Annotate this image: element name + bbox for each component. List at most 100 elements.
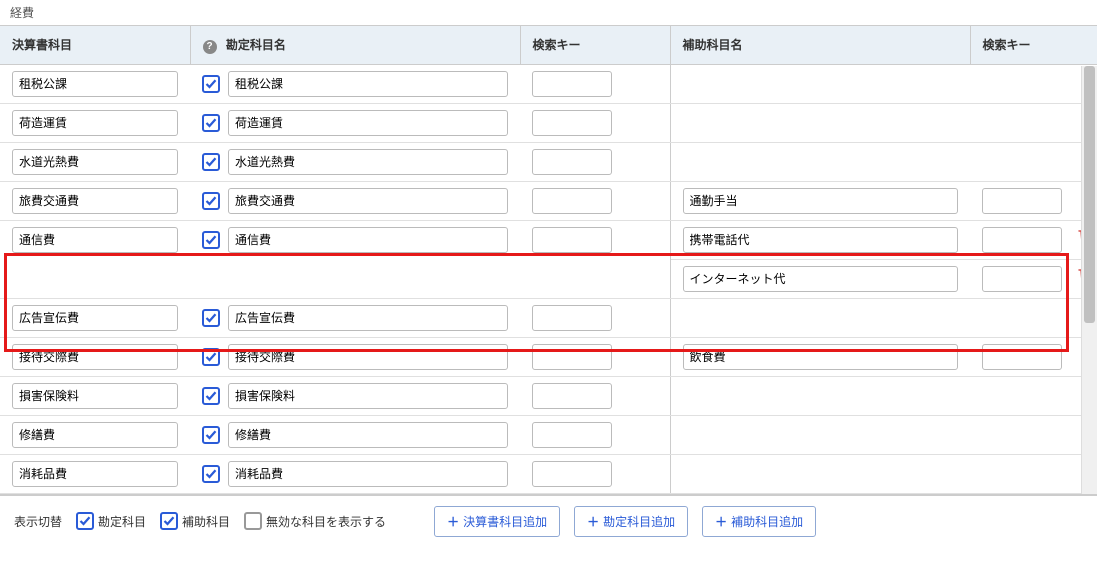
section-title: 経費 bbox=[0, 0, 1097, 25]
cell-key2 bbox=[970, 220, 1065, 259]
table-row bbox=[0, 103, 1097, 142]
table-row bbox=[0, 142, 1097, 181]
scrollbar-thumb[interactable] bbox=[1084, 66, 1095, 323]
cell-key1 bbox=[520, 181, 670, 220]
row-checkbox[interactable] bbox=[202, 75, 220, 93]
cell-key2 bbox=[970, 415, 1065, 454]
cell-acct bbox=[190, 454, 520, 493]
btn-add-acct-label: 勘定科目追加 bbox=[603, 513, 675, 530]
cell-sub bbox=[670, 142, 970, 181]
key2-input[interactable] bbox=[982, 188, 1062, 214]
acct-input[interactable] bbox=[228, 305, 508, 331]
key1-input[interactable] bbox=[532, 344, 612, 370]
fs-input[interactable] bbox=[12, 305, 178, 331]
acct-input[interactable] bbox=[228, 188, 508, 214]
cell-key1 bbox=[520, 454, 670, 493]
btn-add-sub-label: 補助科目追加 bbox=[731, 513, 803, 530]
cell-fs bbox=[0, 454, 190, 493]
sub-input[interactable] bbox=[683, 266, 959, 292]
cell-key1 bbox=[520, 337, 670, 376]
key2-input[interactable] bbox=[982, 344, 1062, 370]
acct-input[interactable] bbox=[228, 71, 508, 97]
row-checkbox[interactable] bbox=[202, 387, 220, 405]
fs-input[interactable] bbox=[12, 422, 178, 448]
fs-input[interactable] bbox=[12, 149, 178, 175]
cell-key2 bbox=[970, 64, 1065, 103]
row-checkbox[interactable] bbox=[202, 348, 220, 366]
help-icon[interactable]: ? bbox=[203, 40, 217, 54]
acct-input[interactable] bbox=[228, 149, 508, 175]
cell-key2 bbox=[970, 454, 1065, 493]
fs-input[interactable] bbox=[12, 188, 178, 214]
key2-input[interactable] bbox=[982, 266, 1062, 292]
acct-input[interactable] bbox=[228, 344, 508, 370]
cell-fs bbox=[0, 376, 190, 415]
sub-input[interactable] bbox=[683, 227, 959, 253]
cell-key2 bbox=[970, 337, 1065, 376]
cb-acct[interactable] bbox=[76, 512, 94, 530]
fs-input[interactable] bbox=[12, 461, 178, 487]
cb-sub[interactable] bbox=[160, 512, 178, 530]
cell-acct bbox=[190, 64, 520, 103]
key1-input[interactable] bbox=[532, 110, 612, 136]
cell-fs bbox=[0, 298, 190, 337]
fs-input[interactable] bbox=[12, 383, 178, 409]
acct-input[interactable] bbox=[228, 422, 508, 448]
scrollbar[interactable] bbox=[1081, 66, 1097, 494]
fs-input[interactable] bbox=[12, 71, 178, 97]
sub-input[interactable] bbox=[683, 188, 959, 214]
cell-key2 bbox=[970, 181, 1065, 220]
cell-sub bbox=[670, 454, 970, 493]
cell-sub bbox=[670, 181, 970, 220]
cb-invalid[interactable] bbox=[244, 512, 262, 530]
cell-fs bbox=[0, 64, 190, 103]
table-row bbox=[0, 337, 1097, 376]
key1-input[interactable] bbox=[532, 227, 612, 253]
fs-input[interactable] bbox=[12, 110, 178, 136]
cell-key1 bbox=[520, 64, 670, 103]
key1-input[interactable] bbox=[532, 71, 612, 97]
btn-add-acct[interactable]: ＋勘定科目追加 bbox=[574, 506, 688, 537]
cell-acct bbox=[190, 103, 520, 142]
cell-fs bbox=[0, 415, 190, 454]
key1-input[interactable] bbox=[532, 305, 612, 331]
table-row bbox=[0, 415, 1097, 454]
acct-input[interactable] bbox=[228, 461, 508, 487]
cell-key2 bbox=[970, 103, 1065, 142]
fs-input[interactable] bbox=[12, 227, 178, 253]
row-checkbox[interactable] bbox=[202, 309, 220, 327]
cell-key1 bbox=[520, 142, 670, 181]
cb-invalid-label: 無効な科目を表示する bbox=[266, 513, 386, 530]
acct-input[interactable] bbox=[228, 110, 508, 136]
acct-input[interactable] bbox=[228, 227, 508, 253]
key2-input[interactable] bbox=[982, 227, 1062, 253]
cell-sub bbox=[670, 220, 970, 259]
row-checkbox[interactable] bbox=[202, 426, 220, 444]
acct-input[interactable] bbox=[228, 383, 508, 409]
cell-fs bbox=[0, 220, 190, 298]
cb-acct-label: 勘定科目 bbox=[98, 513, 146, 530]
btn-add-fs[interactable]: ＋決算書科目追加 bbox=[434, 506, 560, 537]
table-header-row: 決算書科目 ? 勘定科目名 検索キー 補助科目名 検索キー bbox=[0, 26, 1097, 64]
sub-input[interactable] bbox=[683, 344, 959, 370]
row-checkbox[interactable] bbox=[202, 192, 220, 210]
key1-input[interactable] bbox=[532, 422, 612, 448]
cell-sub bbox=[670, 298, 970, 337]
key1-input[interactable] bbox=[532, 461, 612, 487]
row-checkbox[interactable] bbox=[202, 465, 220, 483]
row-checkbox[interactable] bbox=[202, 153, 220, 171]
row-checkbox[interactable] bbox=[202, 114, 220, 132]
key1-input[interactable] bbox=[532, 149, 612, 175]
fs-input[interactable] bbox=[12, 344, 178, 370]
btn-add-sub[interactable]: ＋補助科目追加 bbox=[702, 506, 816, 537]
row-checkbox[interactable] bbox=[202, 231, 220, 249]
key1-input[interactable] bbox=[532, 383, 612, 409]
cell-key1 bbox=[520, 376, 670, 415]
key1-input[interactable] bbox=[532, 188, 612, 214]
table-row bbox=[0, 454, 1097, 493]
col-header-acct-label: 勘定科目名 bbox=[226, 38, 286, 52]
cell-acct bbox=[190, 415, 520, 454]
table-row bbox=[0, 298, 1097, 337]
cell-key2 bbox=[970, 142, 1065, 181]
cell-acct bbox=[190, 142, 520, 181]
